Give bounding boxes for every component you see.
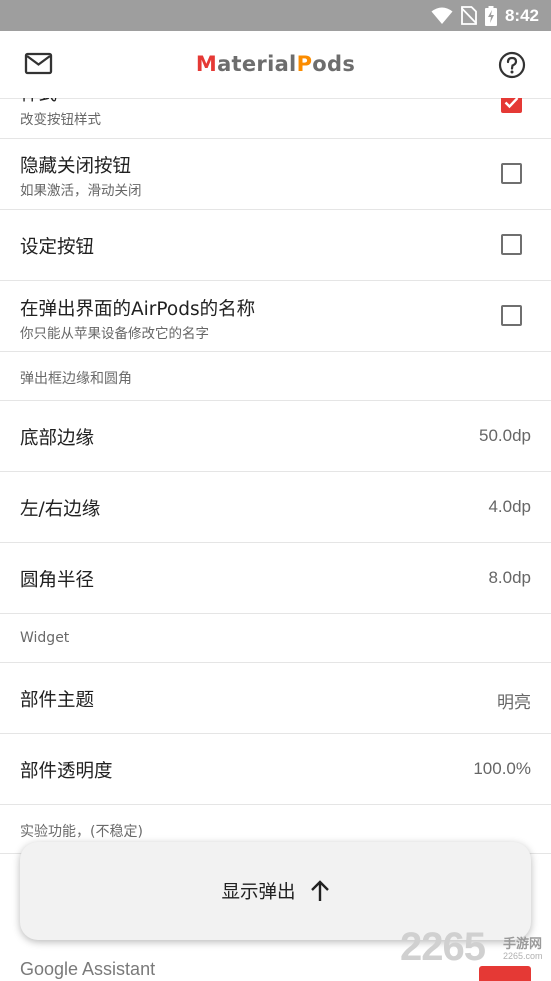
app-title: MaterialPods — [195, 52, 356, 76]
watermark-site-name: 手游网 — [503, 937, 543, 952]
setting-row-side-margin[interactable]: 左/右边缘 4.0dp — [0, 471, 551, 543]
setting-title: 样式 — [20, 98, 57, 106]
setting-row-set-button[interactable]: 设定按钮 — [0, 209, 551, 281]
setting-title: 隐藏关闭按钮 — [20, 156, 132, 177]
app-toolbar: MaterialPods — [0, 31, 551, 99]
section-title: 弹出框边缘和圆角 — [20, 371, 132, 387]
check-icon — [504, 98, 519, 109]
setting-title: 左/右边缘 — [20, 499, 101, 520]
section-header-popup: 弹出框边缘和圆角 — [0, 351, 551, 401]
setting-value: 8.0dp — [488, 568, 531, 587]
setting-row-widget-theme[interactable]: 部件主题 明亮 — [0, 662, 551, 734]
wifi-icon — [431, 7, 453, 24]
section-title: Widget — [20, 630, 70, 646]
setting-row-corner-radius[interactable]: 圆角半径 8.0dp — [0, 542, 551, 614]
battery-charging-icon — [484, 5, 497, 26]
setting-title: 在弹出界面的AirPods的名称 — [20, 299, 256, 320]
google-assistant-label: Google Assistant — [20, 959, 156, 979]
show-popup-label: 显示弹出 — [221, 882, 296, 903]
watermark-logo: 2265 手游网 2265.com — [400, 925, 551, 973]
setting-row-widget-opacity[interactable]: 部件透明度 100.0% — [0, 733, 551, 805]
setting-value: 4.0dp — [488, 497, 531, 516]
style-checkbox[interactable] — [501, 98, 522, 113]
setting-row-style[interactable]: 样式 改变按钮样式 — [0, 98, 551, 139]
set-button-checkbox[interactable] — [501, 234, 522, 255]
setting-title: 设定按钮 — [20, 237, 95, 258]
section-header-widget: Widget — [0, 613, 551, 663]
setting-subtitle: 你只能从苹果设备修改它的名字 — [20, 326, 209, 342]
setting-title: 部件透明度 — [20, 761, 113, 782]
watermark-number: 2265 — [400, 925, 486, 969]
setting-value: 100.0% — [473, 759, 531, 778]
setting-value: 明亮 — [497, 693, 531, 712]
setting-subtitle: 改变按钮样式 — [20, 112, 101, 128]
setting-row-bottom-margin[interactable]: 底部边缘 50.0dp — [0, 400, 551, 472]
watermark-url: 2265.com — [503, 951, 543, 961]
section-title: 实验功能，(不稳定) — [20, 824, 143, 840]
setting-title: 底部边缘 — [20, 428, 95, 449]
status-time: 8:42 — [504, 5, 539, 25]
setting-subtitle: 如果激活，滑动关闭 — [20, 183, 142, 199]
setting-value: 50.0dp — [479, 426, 531, 445]
setting-row-airpods-name[interactable]: 在弹出界面的AirPods的名称 你只能从苹果设备修改它的名字 — [0, 280, 551, 352]
setting-title: 圆角半径 — [20, 570, 95, 591]
hide-close-checkbox[interactable] — [501, 163, 522, 184]
no-sim-icon — [460, 6, 477, 25]
status-bar: 8:42 — [0, 0, 551, 31]
help-icon[interactable] — [497, 50, 527, 80]
airpods-name-checkbox[interactable] — [501, 305, 522, 326]
setting-row-hide-close[interactable]: 隐藏关闭按钮 如果激活，滑动关闭 — [0, 138, 551, 210]
setting-title: 部件主题 — [20, 690, 95, 711]
arrow-up-icon — [310, 880, 329, 901]
